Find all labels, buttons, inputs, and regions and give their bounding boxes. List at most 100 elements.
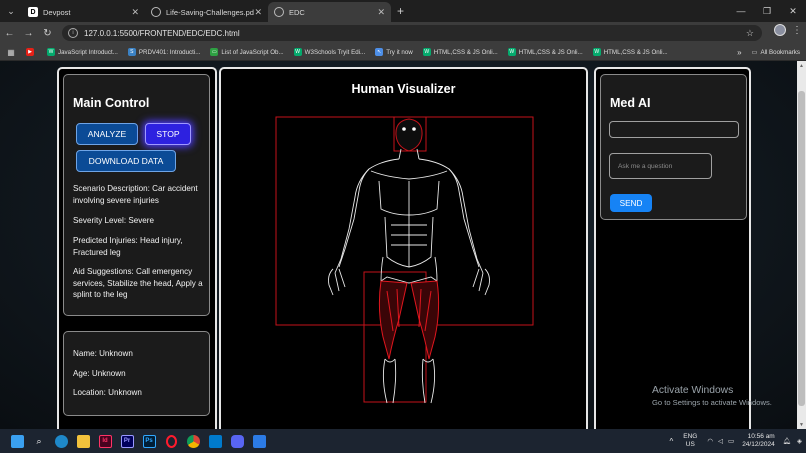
download-data-button[interactable]: DOWNLOAD DATA	[76, 150, 176, 172]
notification-bell-icon[interactable]: 🔔︎	[783, 437, 791, 445]
copilot-icon[interactable]: ◈	[797, 437, 802, 445]
analyze-button[interactable]: ANALYZE	[76, 123, 138, 145]
region-code: US	[685, 441, 695, 448]
tab-life-saving-pdf[interactable]: Life-Saving-Challenges.pdf ✕	[145, 2, 268, 22]
patient-location: Location: Unknown	[73, 388, 142, 397]
bookmark-label: JavaScript Introduct...	[58, 48, 118, 56]
restore-icon[interactable]: ❐	[754, 0, 780, 22]
language-indicator[interactable]: ENG US	[683, 433, 697, 449]
site-info-icon[interactable]: i	[68, 28, 78, 38]
menu-icon[interactable]: ⋮	[792, 25, 802, 36]
tab-devpost[interactable]: D Devpost ✕	[22, 2, 145, 22]
app-icon[interactable]	[248, 429, 270, 453]
photoshop-icon[interactable]: Ps	[138, 429, 160, 453]
close-icon[interactable]: ✕	[377, 7, 385, 18]
all-bookmarks[interactable]: ▭ All Bookmarks	[752, 49, 800, 56]
globe-icon	[274, 7, 284, 17]
saylor-icon: S	[127, 48, 136, 56]
youtube-icon: ▶	[26, 48, 34, 56]
screen-icon: ▭	[210, 48, 219, 56]
windows-start-icon[interactable]	[6, 429, 28, 453]
send-button[interactable]: SEND	[610, 194, 652, 212]
head-figure	[395, 118, 423, 152]
bookmark-item[interactable]: ↖ Try it now	[375, 48, 413, 56]
bookmark-item[interactable]: ▭ List of JavaScript Ob...	[210, 48, 284, 56]
bookmark-label: W3Schools Tryit Edi...	[304, 48, 366, 56]
activate-windows-watermark: Activate Windows Go to Settings to activ…	[652, 385, 772, 407]
tab-label: Devpost	[43, 7, 71, 17]
bookmark-label: List of JavaScript Ob...	[221, 48, 284, 56]
all-bookmarks-label: All Bookmarks	[760, 49, 800, 56]
reload-icon[interactable]: ↻	[38, 22, 57, 44]
search-icon[interactable]: ⌕	[28, 429, 50, 453]
predicted-injuries: Predicted Injuries: Head injury, Fractur…	[73, 236, 183, 257]
chevron-up-icon[interactable]: ^	[670, 437, 674, 446]
tab-edc[interactable]: EDC ✕	[268, 2, 391, 22]
indesign-icon[interactable]: Id	[94, 429, 116, 453]
vscode-icon[interactable]	[204, 429, 226, 453]
med-ai-card: Med AI Ask me a question SEND	[600, 74, 747, 220]
profile-avatar[interactable]	[774, 24, 786, 36]
legs-figure	[378, 280, 440, 360]
patient-age: Age: Unknown	[73, 369, 126, 378]
opera-icon[interactable]	[160, 429, 182, 453]
patient-info-card: Name: Unknown Age: Unknown Location: Unk…	[63, 331, 210, 416]
lang-code: ENG	[683, 433, 698, 440]
visualizer-panel: Human Visualizer	[219, 67, 588, 429]
cursor-icon: ↖	[375, 48, 384, 56]
med-ai-response-field[interactable]	[609, 121, 739, 138]
page-scrollbar[interactable]: ▲ ▼	[797, 61, 806, 429]
tab-label: Life-Saving-Challenges.pdf	[166, 7, 255, 17]
w3-icon: W	[422, 48, 431, 56]
close-icon[interactable]: ✕	[131, 7, 139, 18]
tab-label: EDC	[289, 7, 305, 17]
folder-icon: ▭	[751, 49, 758, 56]
stop-button[interactable]: STOP	[145, 123, 191, 145]
bookmark-item[interactable]: W HTML,CSS & JS Onli...	[507, 48, 583, 56]
aid-suggestions: Aid Suggestions: Call emergency services…	[73, 267, 203, 299]
bookmark-item[interactable]: S PRDV401: Introducti...	[127, 48, 200, 56]
system-tray: ^ ENG US ◠ ◁ ▭ 10:56 am 24/12/2024 🔔︎ ◈	[670, 429, 806, 453]
forward-icon[interactable]: →	[19, 22, 38, 44]
page-viewport: Main Control ANALYZE STOP DOWNLOAD DATA …	[0, 61, 797, 429]
med-ai-title: Med AI	[610, 96, 651, 110]
minimize-icon[interactable]: —	[728, 0, 754, 22]
watermark-title: Activate Windows	[652, 385, 734, 396]
lower-legs-outline	[382, 358, 436, 404]
file-explorer-icon[interactable]	[72, 429, 94, 453]
body-outline	[328, 148, 490, 296]
edge-icon[interactable]	[50, 429, 72, 453]
bookmark-item[interactable]: W HTML,CSS & JS Onli...	[592, 48, 668, 56]
clock[interactable]: 10:56 am 24/12/2024	[742, 433, 775, 449]
battery-icon[interactable]: ▭	[728, 437, 734, 445]
close-icon[interactable]: ✕	[254, 7, 262, 18]
bookmark-star-icon[interactable]: ☆	[746, 28, 754, 39]
scroll-up-icon[interactable]: ▲	[797, 61, 806, 70]
premiere-icon[interactable]: Pr	[116, 429, 138, 453]
url-bar[interactable]: i 127.0.0.1:5500/FRONTEND/EDC/EDC.html ☆	[62, 25, 762, 41]
more-bookmarks-icon[interactable]: »	[737, 48, 741, 57]
watermark-subtitle: Go to Settings to activate Windows.	[652, 398, 772, 407]
back-icon[interactable]: ←	[0, 22, 19, 44]
w3-icon: W	[592, 48, 601, 56]
scroll-down-icon[interactable]: ▼	[797, 420, 806, 429]
bookmark-label: HTML,CSS & JS Onli...	[603, 48, 668, 56]
close-window-icon[interactable]: ✕	[780, 0, 806, 22]
new-tab-icon[interactable]: +	[397, 4, 404, 18]
apps-grid-icon[interactable]: ▦	[0, 48, 22, 57]
chrome-icon[interactable]	[182, 429, 204, 453]
bookmark-item[interactable]: W JavaScript Introduct...	[47, 48, 118, 56]
med-ai-panel: Med AI Ask me a question SEND	[594, 67, 751, 429]
question-input[interactable]: Ask me a question	[609, 153, 712, 179]
bookmarks-right: » ▭ All Bookmarks	[737, 44, 800, 61]
tab-search-icon[interactable]: ⌄	[0, 0, 22, 22]
volume-icon[interactable]: ◁	[718, 437, 723, 445]
bookmark-item[interactable]: ▶	[26, 48, 37, 56]
w3-icon: W	[47, 48, 55, 56]
bookmark-item[interactable]: W W3Schools Tryit Edi...	[293, 48, 366, 56]
scrollbar-thumb[interactable]	[798, 91, 805, 406]
bookmark-item[interactable]: W HTML,CSS & JS Onli...	[422, 48, 498, 56]
discord-icon[interactable]	[226, 429, 248, 453]
wifi-icon[interactable]: ◠	[707, 437, 713, 445]
windows-taskbar: ⌕ Id Pr Ps ^ ENG US ◠ ◁ ▭ 10:56 am 24/12…	[0, 429, 806, 453]
